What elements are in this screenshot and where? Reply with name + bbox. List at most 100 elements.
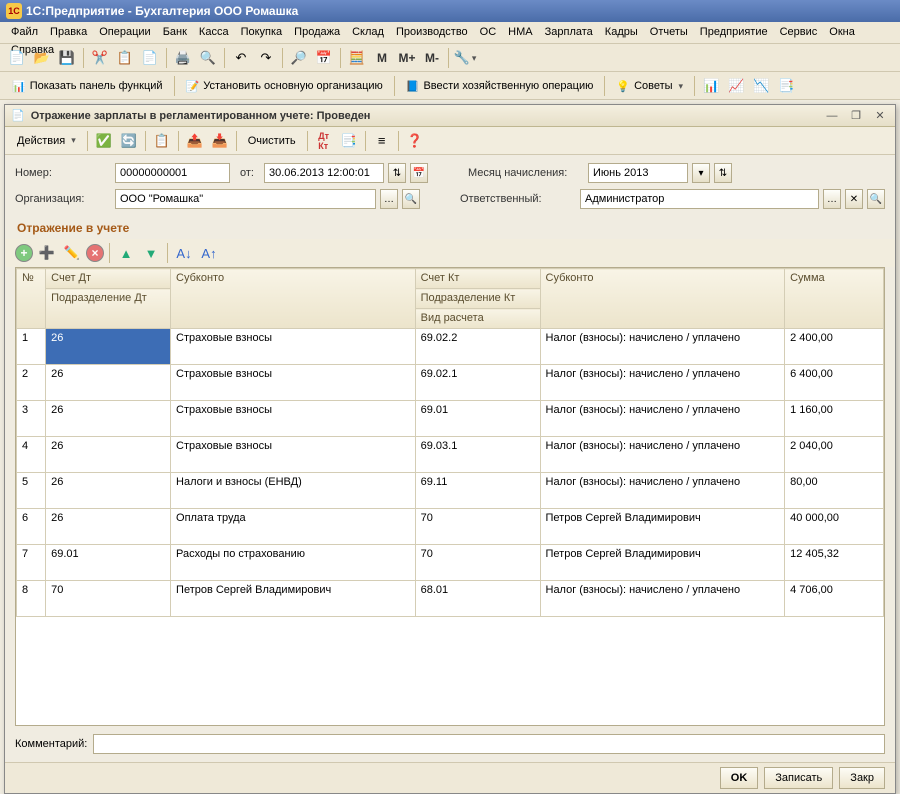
cell-dt[interactable]: 26 (46, 437, 171, 473)
cell-subk2[interactable]: Налог (взносы): начислено / уплачено (540, 329, 785, 365)
cell-subk1[interactable]: Петров Сергей Владимирович (171, 581, 416, 617)
menu-windows[interactable]: Окна (824, 24, 860, 40)
menu-enterprise[interactable]: Предприятие (695, 24, 773, 40)
report-icon[interactable]: 📊 (700, 75, 722, 97)
cell-dt[interactable]: 26 (46, 401, 171, 437)
calc-icon[interactable]: 🧮 (346, 47, 368, 69)
resp-clear-icon[interactable]: ✕ (845, 189, 863, 209)
table-row[interactable]: 426Страховые взносы69.03.1Налог (взносы)… (17, 437, 884, 473)
resp-field[interactable] (580, 189, 819, 209)
cell-dt[interactable]: 26 (46, 329, 171, 365)
dtkt-icon[interactable]: ДтКт (313, 130, 335, 152)
cell-subk1[interactable]: Оплата труда (171, 509, 416, 545)
cell-dt[interactable]: 26 (46, 509, 171, 545)
menu-stock[interactable]: Склад (347, 24, 389, 40)
cell-subk2[interactable]: Налог (взносы): начислено / уплачено (540, 473, 785, 509)
org-field[interactable] (115, 189, 376, 209)
enter-op-button[interactable]: 📘 Ввести хозяйственную операцию (400, 75, 600, 97)
col-subk1[interactable]: Субконто (171, 269, 416, 329)
cell-kt[interactable]: 69.11 (415, 473, 540, 509)
show-panel-button[interactable]: 📊 Показать панель функций (6, 75, 169, 97)
date-field[interactable] (264, 163, 384, 183)
report4-icon[interactable]: 📑 (775, 75, 797, 97)
cell-subk1[interactable]: Страховые взносы (171, 401, 416, 437)
mem-mminus-button[interactable]: M- (421, 47, 443, 69)
paste-icon[interactable]: 📄 (139, 47, 161, 69)
table-row[interactable]: 769.01Расходы по страхованию70Петров Сер… (17, 545, 884, 581)
menu-service[interactable]: Сервис (775, 24, 823, 40)
resp-select-icon[interactable]: … (823, 189, 841, 209)
save-icon[interactable]: 💾 (56, 47, 78, 69)
menu-reports[interactable]: Отчеты (645, 24, 693, 40)
mem-mplus-button[interactable]: M+ (396, 47, 418, 69)
edit-row-icon[interactable]: ✏️ (61, 242, 83, 264)
cell-kt[interactable]: 69.02.1 (415, 365, 540, 401)
cell-sum[interactable]: 40 000,00 (785, 509, 884, 545)
month-spinner-icon[interactable]: ⇅ (714, 163, 732, 183)
col-acct-kt[interactable]: Счет Кт (415, 269, 540, 289)
print-preview-icon[interactable]: 🔍 (197, 47, 219, 69)
col-subdiv-kt[interactable]: Подразделение Кт (415, 289, 540, 309)
cell-subk1[interactable]: Страховые взносы (171, 329, 416, 365)
menu-bank[interactable]: Банк (158, 24, 192, 40)
copy-icon[interactable]: 📋 (114, 47, 136, 69)
table-row[interactable]: 870Петров Сергей Владимирович68.01Налог … (17, 581, 884, 617)
col-calc-type[interactable]: Вид расчета (415, 309, 540, 329)
mem-m-button[interactable]: M (371, 47, 393, 69)
menu-sale[interactable]: Продажа (289, 24, 345, 40)
cell-sum[interactable]: 12 405,32 (785, 545, 884, 581)
menu-personnel[interactable]: Кадры (600, 24, 643, 40)
insert-row-icon[interactable]: ➕ (36, 242, 58, 264)
clear-button[interactable]: Очистить (242, 130, 302, 152)
col-n[interactable]: № (17, 269, 46, 329)
ok-button[interactable]: OK (720, 767, 759, 789)
col-subk2[interactable]: Субконто (540, 269, 785, 329)
cell-sum[interactable]: 1 160,00 (785, 401, 884, 437)
refresh-icon[interactable]: 🔄 (118, 130, 140, 152)
cell-kt[interactable]: 70 (415, 509, 540, 545)
cell-kt[interactable]: 69.02.2 (415, 329, 540, 365)
print-icon[interactable]: 🖨️ (172, 47, 194, 69)
col-subdiv-dt[interactable]: Подразделение Дт (46, 289, 171, 329)
move-up-icon[interactable]: ▲ (115, 242, 137, 264)
delete-row-icon[interactable]: × (86, 244, 104, 262)
report2-icon[interactable]: 📈 (725, 75, 747, 97)
report3-icon[interactable]: 📉 (750, 75, 772, 97)
comment-field[interactable] (93, 734, 885, 754)
maximize-icon[interactable]: ❐ (847, 108, 865, 124)
menu-file[interactable]: Файл (6, 24, 43, 40)
move-down-icon[interactable]: ▼ (140, 242, 162, 264)
cell-subk2[interactable]: Налог (взносы): начислено / уплачено (540, 437, 785, 473)
set-org-button[interactable]: 📝 Установить основную организацию (180, 75, 389, 97)
calendar-icon[interactable]: 📅 (313, 47, 335, 69)
post-doc-icon[interactable]: 📤 (184, 130, 206, 152)
table-row[interactable]: 226Страховые взносы69.02.1Налог (взносы)… (17, 365, 884, 401)
doc-copy-icon[interactable]: 📋 (151, 130, 173, 152)
cell-kt[interactable]: 69.01 (415, 401, 540, 437)
menu-operations[interactable]: Операции (94, 24, 155, 40)
post-icon[interactable]: ✅ (93, 130, 115, 152)
unpost-doc-icon[interactable]: 📥 (209, 130, 231, 152)
cut-icon[interactable]: ✂️ (89, 47, 111, 69)
cell-sum[interactable]: 80,00 (785, 473, 884, 509)
cell-subk2[interactable]: Налог (взносы): начислено / уплачено (540, 581, 785, 617)
redo-icon[interactable]: ↷ (255, 47, 277, 69)
cell-subk1[interactable]: Налоги и взносы (ЕНВД) (171, 473, 416, 509)
cell-subk1[interactable]: Страховые взносы (171, 437, 416, 473)
cell-subk2[interactable]: Петров Сергей Владимирович (540, 509, 785, 545)
org-select-icon[interactable]: … (380, 189, 398, 209)
date-calendar-icon[interactable]: 📅 (410, 163, 428, 183)
menu-edit[interactable]: Правка (45, 24, 92, 40)
struct-icon[interactable]: 📑 (338, 130, 360, 152)
cell-sum[interactable]: 4 706,00 (785, 581, 884, 617)
close-icon[interactable]: ✕ (871, 108, 889, 124)
cell-dt[interactable]: 26 (46, 473, 171, 509)
sort-desc-icon[interactable]: A↑ (198, 242, 220, 264)
cell-kt[interactable]: 69.03.1 (415, 437, 540, 473)
cell-subk1[interactable]: Страховые взносы (171, 365, 416, 401)
sort-asc-icon[interactable]: A↓ (173, 242, 195, 264)
menu-salary[interactable]: Зарплата (540, 24, 598, 40)
list-icon[interactable]: ≡ (371, 130, 393, 152)
cell-dt[interactable]: 26 (46, 365, 171, 401)
cell-subk1[interactable]: Расходы по страхованию (171, 545, 416, 581)
